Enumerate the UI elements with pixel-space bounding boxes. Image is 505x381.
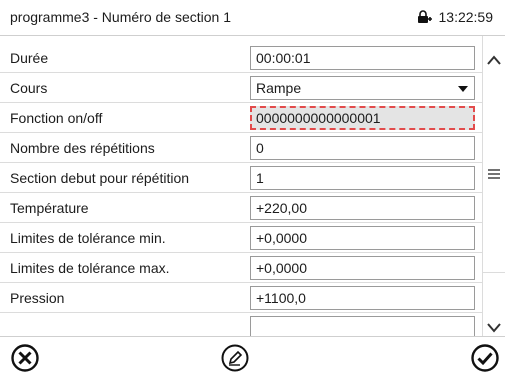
- pressure-field[interactable]: +1100,0: [250, 286, 475, 310]
- parameter-list: Durée 00:00:01 Cours Rampe Fonction on/o…: [0, 44, 483, 336]
- row-label: Cours: [10, 80, 48, 96]
- row-tolerance-min: Limites de tolérance min. +0,0000: [0, 224, 483, 253]
- cancel-icon[interactable]: [10, 343, 40, 373]
- menu-icon[interactable]: [488, 166, 500, 184]
- chevron-up-icon[interactable]: [487, 52, 501, 65]
- row-label: Limites de tolérance max.: [10, 260, 170, 276]
- clock: 13:22:59: [417, 9, 494, 25]
- title-bar: programme3 - Numéro de section 1 13:22:5…: [0, 0, 505, 36]
- row-label: Fonction on/off: [10, 110, 103, 126]
- chevron-down-icon[interactable]: [487, 320, 501, 333]
- row-section-debut: Section debut pour répétition 1: [0, 164, 483, 193]
- row-temperature: Température +220,00: [0, 194, 483, 223]
- row-label: Température: [10, 200, 89, 216]
- row-label: Limites de tolérance min.: [10, 230, 166, 246]
- bottom-bar: [0, 336, 505, 381]
- temperature-field[interactable]: +220,00: [250, 196, 475, 220]
- on-off-function-field[interactable]: 0000000000000001: [250, 106, 475, 130]
- row-nombre-repetitions: Nombre des répétitions 0: [0, 134, 483, 163]
- row-fonction-on-off: Fonction on/off 0000000000000001: [0, 104, 483, 133]
- scrollbar-divider: [483, 272, 505, 273]
- row-duree: Durée 00:00:01: [0, 44, 483, 73]
- course-select-value: Rampe: [256, 80, 302, 96]
- row-pression: Pression +1100,0: [0, 284, 483, 313]
- start-section-field[interactable]: 1: [250, 166, 475, 190]
- row-label: Pression: [10, 290, 65, 306]
- row-label: Nombre des répétitions: [10, 140, 155, 156]
- tolerance-min-field[interactable]: +0,0000: [250, 226, 475, 250]
- course-select[interactable]: Rampe: [250, 76, 475, 100]
- row-partial: [0, 314, 483, 336]
- page-title: programme3 - Numéro de section 1: [10, 9, 231, 25]
- row-tolerance-max: Limites de tolérance max. +0,0000: [0, 254, 483, 283]
- row-cours: Cours Rampe: [0, 74, 483, 103]
- scrollbar[interactable]: [482, 36, 505, 336]
- edit-icon[interactable]: [220, 343, 250, 373]
- duration-field[interactable]: 00:00:01: [250, 46, 475, 70]
- row-label: Durée: [10, 50, 49, 66]
- lock-icon: [417, 10, 433, 24]
- tolerance-max-field[interactable]: +0,0000: [250, 256, 475, 280]
- partial-field[interactable]: [250, 316, 475, 336]
- row-label: Section debut pour répétition: [10, 170, 190, 186]
- dropdown-caret-icon: [458, 86, 468, 92]
- clock-time: 13:22:59: [438, 9, 494, 25]
- repetitions-field[interactable]: 0: [250, 136, 475, 160]
- confirm-icon[interactable]: [470, 343, 500, 373]
